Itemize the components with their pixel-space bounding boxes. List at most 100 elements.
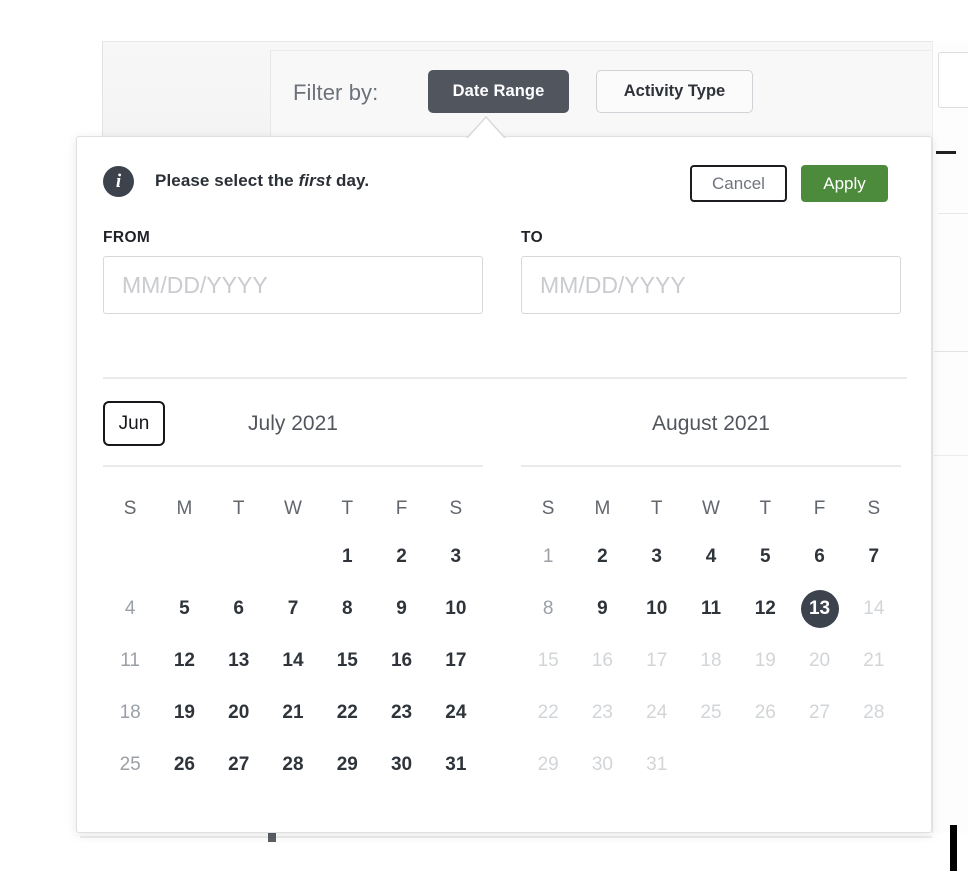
calendar-day-august-13[interactable]: 13 bbox=[792, 583, 846, 635]
calendar-day-july-1[interactable]: 1 bbox=[320, 531, 374, 583]
calendar-day-july-15[interactable]: 15 bbox=[320, 635, 374, 687]
calendar-day-august-19: 19 bbox=[754, 650, 776, 671]
calendar-day-august-18: 18 bbox=[700, 650, 722, 671]
calendar-day-july-5[interactable]: 5 bbox=[157, 583, 211, 635]
calendar-day-august-16: 16 bbox=[591, 650, 613, 671]
august-month-header: August 2021 bbox=[521, 401, 901, 449]
activity-type-filter-button[interactable]: Activity Type bbox=[596, 70, 753, 113]
calendar-day-august-3[interactable]: 3 bbox=[630, 531, 684, 583]
day-of-week-header: T bbox=[759, 498, 772, 519]
calendar-day-august-10[interactable]: 10 bbox=[630, 583, 684, 635]
calendar-day-august-27: 27 bbox=[808, 702, 831, 723]
day-of-week-header: M bbox=[176, 498, 193, 519]
selected-day-pill: 13 bbox=[800, 590, 839, 628]
calendar-day-july-26[interactable]: 26 bbox=[157, 739, 211, 791]
background-right-input[interactable] bbox=[938, 52, 968, 108]
instruction-prefix: Please select the bbox=[155, 171, 299, 190]
calendar-day-july-6[interactable]: 6 bbox=[212, 583, 266, 635]
calendar-day-july-11[interactable]: 11 bbox=[103, 635, 157, 687]
calendar-day-august-20: 20 bbox=[808, 650, 831, 671]
calendar-empty-cell bbox=[157, 531, 211, 583]
day-of-week-header: S bbox=[867, 498, 881, 519]
calendar-day-july-12[interactable]: 12 bbox=[157, 635, 211, 687]
calendar-empty-cell bbox=[103, 531, 157, 583]
background-right-rule-a bbox=[936, 151, 956, 154]
background-right-rule-b bbox=[938, 213, 968, 214]
filter-by-label: Filter by: bbox=[293, 80, 379, 105]
to-date-input[interactable] bbox=[521, 256, 901, 314]
calendar-day-august-23: 23 bbox=[591, 702, 613, 723]
calendar-day-july-7[interactable]: 7 bbox=[266, 583, 320, 635]
calendar-day-august-11[interactable]: 11 bbox=[684, 583, 738, 635]
calendar-day-august-8[interactable]: 8 bbox=[521, 583, 575, 635]
popover-divider bbox=[103, 377, 907, 379]
to-field-group: TO bbox=[521, 229, 901, 314]
calendar-day-august-30: 30 bbox=[591, 754, 613, 775]
july-divider bbox=[103, 465, 483, 467]
calendar-day-august-24: 24 bbox=[646, 702, 668, 723]
date-range-popover: i Please select the first day. Cancel Ap… bbox=[76, 136, 932, 833]
from-label: FROM bbox=[103, 229, 151, 246]
calendar-day-august-26: 26 bbox=[754, 702, 776, 723]
day-of-week-header: M bbox=[594, 498, 611, 519]
calendar-day-july-29[interactable]: 29 bbox=[320, 739, 374, 791]
background-right-strip bbox=[932, 41, 968, 833]
calendar-day-august-31: 31 bbox=[646, 754, 668, 775]
calendar-day-july-30[interactable]: 30 bbox=[374, 739, 428, 791]
instruction-suffix: day. bbox=[331, 171, 370, 190]
from-field-group: FROM bbox=[103, 229, 483, 314]
calendar-day-july-24[interactable]: 24 bbox=[429, 687, 483, 739]
calendar-day-july-9[interactable]: 9 bbox=[374, 583, 428, 635]
calendar-day-july-23[interactable]: 23 bbox=[374, 687, 428, 739]
calendar-day-august-25: 25 bbox=[700, 702, 722, 723]
calendar-day-july-18[interactable]: 18 bbox=[103, 687, 157, 739]
calendar-day-july-25[interactable]: 25 bbox=[103, 739, 157, 791]
day-of-week-header: S bbox=[123, 498, 137, 519]
calendar-day-july-22[interactable]: 22 bbox=[320, 687, 374, 739]
calendar-day-july-2[interactable]: 2 bbox=[374, 531, 428, 583]
info-icon: i bbox=[103, 166, 134, 197]
calendar-day-july-3[interactable]: 3 bbox=[429, 531, 483, 583]
calendar-day-august-2[interactable]: 2 bbox=[575, 531, 629, 583]
cancel-button[interactable]: Cancel bbox=[690, 165, 787, 202]
calendar-day-july-28[interactable]: 28 bbox=[266, 739, 320, 791]
background-bottom-rule bbox=[80, 836, 932, 838]
calendar-day-august-6[interactable]: 6 bbox=[792, 531, 846, 583]
background-right-rule-d bbox=[934, 455, 968, 456]
calendar-day-july-4[interactable]: 4 bbox=[103, 583, 157, 635]
calendar-day-august-29: 29 bbox=[537, 754, 559, 775]
calendar-day-august-28: 28 bbox=[863, 702, 885, 723]
calendar-day-july-13[interactable]: 13 bbox=[212, 635, 266, 687]
calendar-day-july-8[interactable]: 8 bbox=[320, 583, 374, 635]
calendar-day-august-1[interactable]: 1 bbox=[521, 531, 575, 583]
calendar-day-july-17[interactable]: 17 bbox=[429, 635, 483, 687]
date-range-filter-button[interactable]: Date Range bbox=[428, 70, 569, 113]
calendar-day-july-10[interactable]: 10 bbox=[429, 583, 483, 635]
previous-month-button[interactable]: Jun bbox=[103, 401, 165, 446]
popover-header: i Please select the first day. Cancel Ap… bbox=[77, 137, 931, 219]
calendar-day-july-20[interactable]: 20 bbox=[212, 687, 266, 739]
day-of-week-header: W bbox=[702, 498, 720, 519]
calendar-day-july-19[interactable]: 19 bbox=[157, 687, 211, 739]
day-of-week-header: T bbox=[650, 498, 663, 519]
calendar-day-august-12[interactable]: 12 bbox=[738, 583, 792, 635]
july-dow-row: SMTWTFS bbox=[103, 487, 483, 531]
calendar-day-august-5[interactable]: 5 bbox=[738, 531, 792, 583]
calendar-day-august-22: 22 bbox=[537, 702, 559, 723]
day-of-week-header: S bbox=[449, 498, 463, 519]
calendar-day-july-14[interactable]: 14 bbox=[266, 635, 320, 687]
calendar-day-july-16[interactable]: 16 bbox=[374, 635, 428, 687]
calendar-day-august-9[interactable]: 9 bbox=[575, 583, 629, 635]
screenshot-root: Filter by: Date Range Activity Type 5 i … bbox=[0, 0, 968, 880]
apply-button[interactable]: Apply bbox=[801, 165, 888, 202]
day-of-week-header: T bbox=[232, 498, 245, 519]
calendar-day-july-27[interactable]: 27 bbox=[212, 739, 266, 791]
text-caret bbox=[950, 825, 957, 871]
calendar-day-august-4[interactable]: 4 bbox=[684, 531, 738, 583]
calendar-day-july-21[interactable]: 21 bbox=[266, 687, 320, 739]
calendar-day-august-7[interactable]: 7 bbox=[847, 531, 901, 583]
day-of-week-header: W bbox=[284, 498, 302, 519]
calendar-day-july-31[interactable]: 31 bbox=[429, 739, 483, 791]
from-date-input[interactable] bbox=[103, 256, 483, 314]
august-calendar: SMTWTFS 1 2 3 4 5 6 7 8 9 10 11 12 13 14 15 16 17 18 19 20 2… bbox=[521, 487, 901, 791]
